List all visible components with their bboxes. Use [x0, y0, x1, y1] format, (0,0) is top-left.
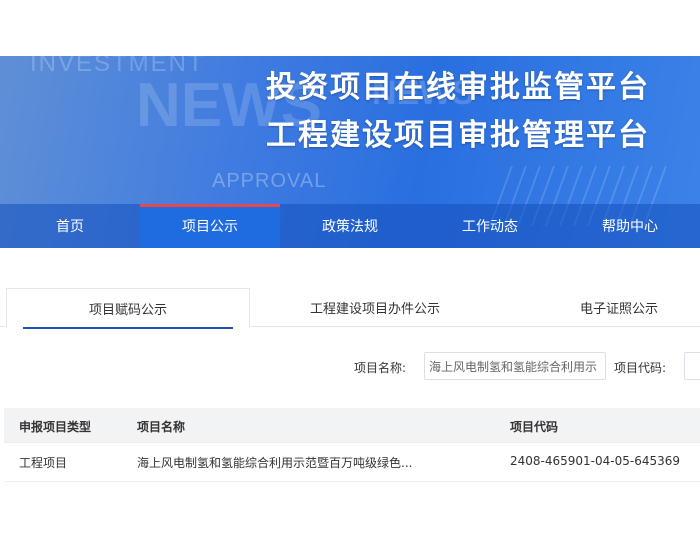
cell-project-type: 工程项目: [19, 456, 68, 470]
cell-project-name[interactable]: 海上风电制氢和氢能综合利用示范暨百万吨级绿色...: [137, 454, 412, 471]
banner-bg-approval: APPROVAL: [212, 170, 327, 192]
tab-e-license-notice[interactable]: 电子证照公示: [500, 288, 700, 326]
project-code-label: 项目代码:: [614, 361, 667, 375]
table-row[interactable]: 工程项目 海上风电制氢和氢能综合利用示范暨百万吨级绿色... 2408-4659…: [4, 443, 700, 482]
nav-item-help[interactable]: 帮助中心: [560, 204, 700, 248]
nav-item-label: 帮助中心: [602, 219, 658, 235]
tab-construction-notice[interactable]: 工程建设项目办件公示: [250, 288, 500, 326]
table-header: 申报项目类型 项目名称 项目代码: [4, 408, 700, 443]
nav-item-label: 项目公示: [182, 219, 238, 235]
cell-project-code: 2408-465901-04-05-645369: [510, 454, 681, 468]
nav-item-label: 工作动态: [462, 219, 518, 235]
nav-item-label: 政策法规: [322, 219, 378, 235]
nav-item-policy[interactable]: 政策法规: [280, 204, 420, 248]
project-name-input[interactable]: [424, 352, 606, 380]
project-code-input[interactable]: [684, 352, 700, 380]
main-nav: 首页 项目公示 政策法规 工作动态 帮助中心: [0, 204, 700, 248]
column-header-name: 项目名称: [137, 420, 186, 434]
project-table: 申报项目类型 项目名称 项目代码 工程项目 海上风电制氢和氢能综合利用示范暨百万…: [4, 408, 700, 482]
column-header-code: 项目代码: [510, 420, 559, 434]
main-content: 项目赋码公示 工程建设项目办件公示 电子证照公示 项目名称: 项目代码: 申报项…: [0, 248, 700, 550]
nav-item-project-notice[interactable]: 项目公示: [140, 204, 280, 248]
notice-tabs: 项目赋码公示 工程建设项目办件公示 电子证照公示: [0, 288, 700, 329]
tab-label: 项目赋码公示: [88, 303, 167, 318]
header-banner: INVESTMENT NEWS NEWS APPROVAL 投资项目在线审批监管…: [0, 56, 700, 248]
nav-item-news[interactable]: 工作动态: [420, 204, 560, 248]
column-header-type: 申报项目类型: [19, 420, 92, 434]
site-title-line-1: 投资项目在线审批监管平台: [266, 70, 650, 105]
nav-item-label: 首页: [56, 219, 84, 235]
active-tab-indicator: [23, 327, 233, 329]
tab-project-code-notice[interactable]: 项目赋码公示: [6, 288, 250, 329]
tab-label: 工程建设项目办件公示: [309, 301, 440, 317]
nav-item-home[interactable]: 首页: [0, 204, 140, 248]
site-title-line-2: 工程建设项目审批管理平台: [266, 118, 650, 153]
project-name-label: 项目名称:: [354, 361, 407, 375]
search-bar: 项目名称: 项目代码:: [0, 352, 700, 382]
tab-label: 电子证照公示: [579, 301, 658, 317]
